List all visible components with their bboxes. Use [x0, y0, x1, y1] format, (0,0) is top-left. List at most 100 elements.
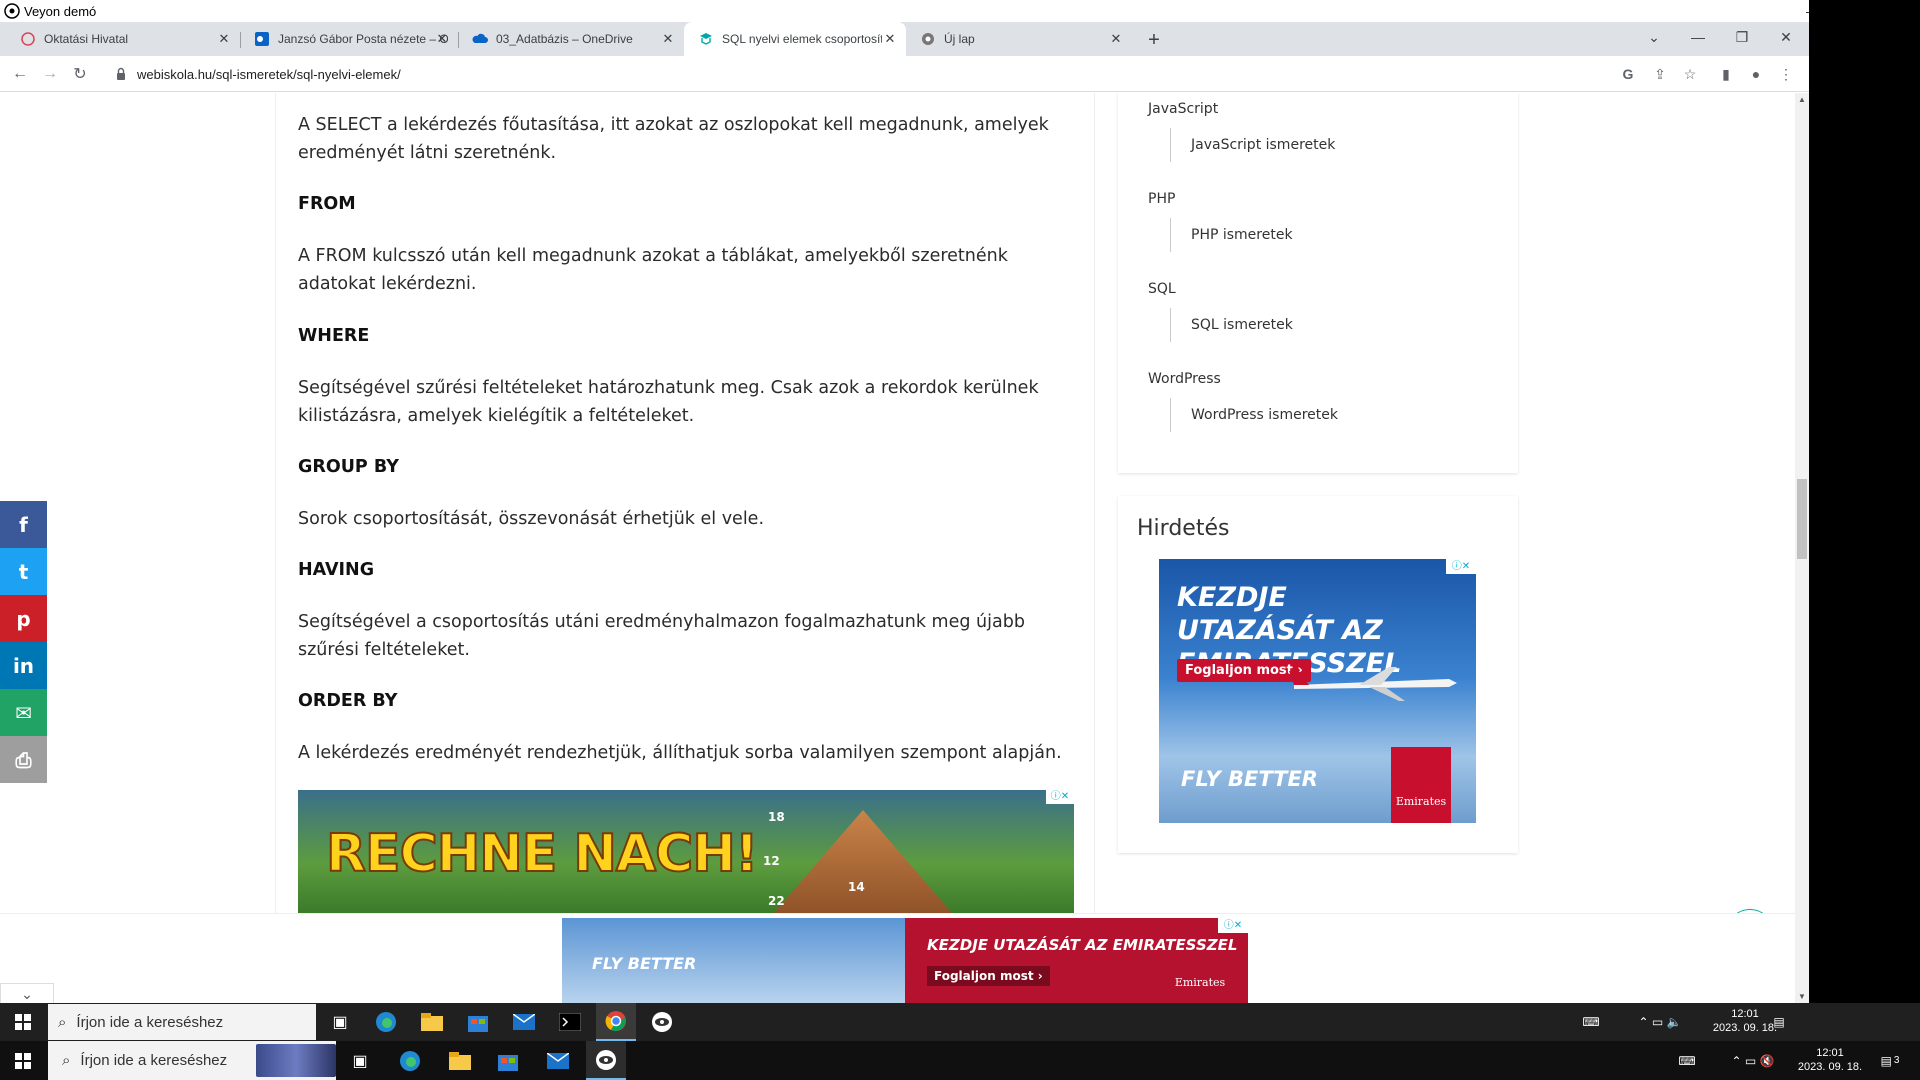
facebook-share-icon[interactable]: f	[0, 501, 47, 548]
reload-icon[interactable]: ↻	[68, 62, 92, 86]
terminal-icon[interactable]	[550, 1003, 590, 1041]
tab-close-icon[interactable]: ✕	[216, 31, 232, 47]
tab-label: 03_Adatbázis – OneDrive	[496, 32, 633, 46]
screen: Veyon demó — ❐ ✕ Oktatási Hivatal ✕ Janz…	[0, 0, 1920, 1080]
share-page-icon[interactable]: ⇪	[1650, 64, 1670, 84]
heading-from: FROM	[298, 194, 356, 214]
store-icon[interactable]	[458, 1003, 498, 1041]
tab-sql-nyelvi-elemek[interactable]: SQL nyelvi elemek csoportosítás ✕	[684, 22, 906, 56]
task-view-icon[interactable]: ▣	[320, 1003, 360, 1041]
sticky-ad-cta-button[interactable]: Foglaljon most ›	[927, 966, 1050, 986]
back-arrow-icon[interactable]: ←	[8, 62, 32, 86]
ad-card: Hirdetés KEZDJE UTAZÁSÁT AZ EMIRATESSZEL…	[1118, 496, 1518, 853]
system-tray-icons[interactable]: ⌃ ▭ 🔈	[1620, 1003, 1700, 1041]
emirates-tagline: FLY BETTER	[1181, 767, 1318, 791]
chrome-tabstrip: Oktatási Hivatal ✕ Janzsó Gábor Posta né…	[0, 22, 1809, 56]
keyboard-icon[interactable]: ⌨	[1576, 1003, 1606, 1041]
print-share-icon[interactable]: ⎙	[0, 736, 47, 783]
scroll-down-arrow-icon[interactable]: ▼	[1798, 992, 1806, 1001]
search-icon: ⌕	[58, 1013, 67, 1031]
chrome-close-button[interactable]: ✕	[1764, 22, 1808, 52]
google-lens-icon[interactable]: G	[1618, 64, 1638, 84]
notification-icon[interactable]: ▤	[1764, 1003, 1794, 1041]
category-javascript[interactable]: JavaScript	[1148, 101, 1218, 117]
veyon-taskbar-icon[interactable]	[642, 1003, 682, 1041]
category-wordpress[interactable]: WordPress	[1148, 371, 1221, 387]
new-tab-button[interactable]: +	[1142, 28, 1166, 52]
chrome-taskbar-icon[interactable]	[596, 1003, 636, 1041]
veyon-window: Veyon demó — ❐ ✕ Oktatási Hivatal ✕ Janz…	[0, 0, 1913, 1003]
system-tray-icons[interactable]: ⌃ ▭ 🔇	[1718, 1041, 1788, 1080]
menu-kebab-icon[interactable]: ⋮	[1776, 64, 1796, 84]
side-panel-icon[interactable]: ▮	[1716, 64, 1736, 84]
tab-label: SQL nyelvi elemek csoportosítás	[722, 32, 882, 46]
linkedin-share-icon[interactable]: in	[0, 642, 47, 689]
tab-close-icon[interactable]: ✕	[660, 31, 676, 47]
store-icon[interactable]	[488, 1041, 528, 1080]
windows-start-icon[interactable]	[0, 1041, 46, 1080]
veyon-titlebar: Veyon demó — ❐ ✕	[0, 0, 1913, 22]
tab-close-icon[interactable]: ✕	[434, 31, 450, 47]
subcategory-wordpress-ismeretek[interactable]: WordPress ismeretek	[1170, 398, 1338, 432]
profile-avatar-icon[interactable]: ●	[1746, 64, 1766, 84]
page-scrollbar[interactable]: ▲ ▼	[1795, 93, 1809, 1003]
keyboard-icon[interactable]: ⌨	[1672, 1041, 1702, 1080]
ad-choices-close-icon[interactable]: ⓘ✕	[1046, 790, 1074, 804]
mail-icon[interactable]	[504, 1003, 544, 1041]
emirates-ad[interactable]: KEZDJE UTAZÁSÁT AZ EMIRATESSZEL Foglaljo…	[1159, 559, 1476, 823]
veyon-title: Veyon demó	[24, 3, 97, 19]
taskbar-search-input[interactable]: ⌕ Írjon ide a kereséshez	[48, 1004, 316, 1040]
subcategory-javascript-ismeretek[interactable]: JavaScript ismeretek	[1170, 128, 1335, 162]
tab-search-chevron-icon[interactable]: ⌄	[1632, 22, 1676, 52]
share-toggle-chevron-icon[interactable]: ⌄	[0, 983, 54, 1003]
windows-start-icon[interactable]	[0, 1003, 46, 1041]
ad-choices-close-icon[interactable]: ⓘ✕	[1446, 559, 1476, 574]
subcategory-sql-ismeretek[interactable]: SQL ismeretek	[1170, 308, 1293, 342]
category-sql[interactable]: SQL	[1148, 281, 1176, 297]
lock-icon	[117, 67, 125, 80]
file-explorer-icon[interactable]	[440, 1041, 480, 1080]
ad-choices-close-icon[interactable]: ⓘ✕	[1218, 918, 1248, 933]
pyramid-graphic	[768, 810, 958, 913]
email-share-icon[interactable]: ✉	[0, 689, 47, 736]
chrome-minimize-button[interactable]: —	[1676, 22, 1720, 52]
veyon-taskbar-icon[interactable]	[586, 1041, 626, 1080]
veyon-black-area	[1809, 0, 1920, 1003]
scroll-up-arrow-icon[interactable]: ▲	[1798, 95, 1806, 104]
notification-center-icon[interactable]: ▤ 3	[1872, 1041, 1908, 1080]
pinterest-share-icon[interactable]: p	[0, 595, 47, 642]
search-placeholder: Írjon ide a kereséshez	[76, 1013, 224, 1031]
tab-onedrive[interactable]: 03_Adatbázis – OneDrive ✕	[458, 22, 685, 56]
sticky-ad-logo: Emirates	[1174, 976, 1226, 989]
subcategory-php-ismeretek[interactable]: PHP ismeretek	[1170, 218, 1293, 252]
taskbar-search-input[interactable]: ⌕ Írjon ide a kereséshez	[48, 1041, 336, 1080]
emirates-logo: Emirates	[1391, 747, 1451, 823]
airplane-icon	[1289, 667, 1457, 701]
edge-icon[interactable]	[366, 1003, 406, 1041]
tab-outlook[interactable]: Janzsó Gábor Posta nézete – Ou ✕	[240, 22, 459, 56]
forward-arrow-icon[interactable]: →	[38, 62, 62, 86]
tab-oktatasi-hivatal[interactable]: Oktatási Hivatal ✕	[6, 22, 241, 56]
mail-icon[interactable]	[538, 1041, 578, 1080]
file-explorer-icon[interactable]	[412, 1003, 452, 1041]
sticky-emirates-ad[interactable]: FLY BETTER KEZDJE UTAZÁSÁT AZ EMIRATESSZ…	[562, 918, 1248, 1003]
tab-uj-lap[interactable]: Új lap ✕	[906, 22, 1132, 56]
edge-icon[interactable]	[390, 1041, 430, 1080]
category-card: JavaScript JavaScript ismeretek PHP PHP …	[1118, 93, 1518, 473]
scrollbar-thumb[interactable]	[1797, 479, 1807, 559]
category-php[interactable]: PHP	[1148, 191, 1175, 207]
chrome-restore-button[interactable]: ❐	[1720, 22, 1764, 52]
task-view-icon[interactable]: ▣	[340, 1041, 380, 1080]
game-ad-banner[interactable]: RECHNE NACH! 18 12 14 22 ⓘ✕	[298, 790, 1074, 913]
tab-close-icon[interactable]: ✕	[882, 31, 898, 47]
sticky-ad-tagline: FLY BETTER	[592, 954, 697, 973]
clock-time: 12:01	[1816, 1047, 1844, 1059]
globe-icon	[20, 31, 36, 47]
address-bar[interactable]: webiskola.hu/sql-ismeretek/sql-nyelvi-el…	[105, 60, 1695, 88]
bookmark-star-icon[interactable]: ☆	[1680, 64, 1700, 84]
host-clock[interactable]: 12:01 2023. 09. 18.	[1790, 1046, 1870, 1074]
search-icon: ⌕	[62, 1052, 71, 1069]
paragraph-from: A FROM kulcsszó után kell megadnunk azok…	[298, 246, 1008, 294]
twitter-share-icon[interactable]: t	[0, 548, 47, 595]
tab-close-icon[interactable]: ✕	[1108, 31, 1124, 47]
